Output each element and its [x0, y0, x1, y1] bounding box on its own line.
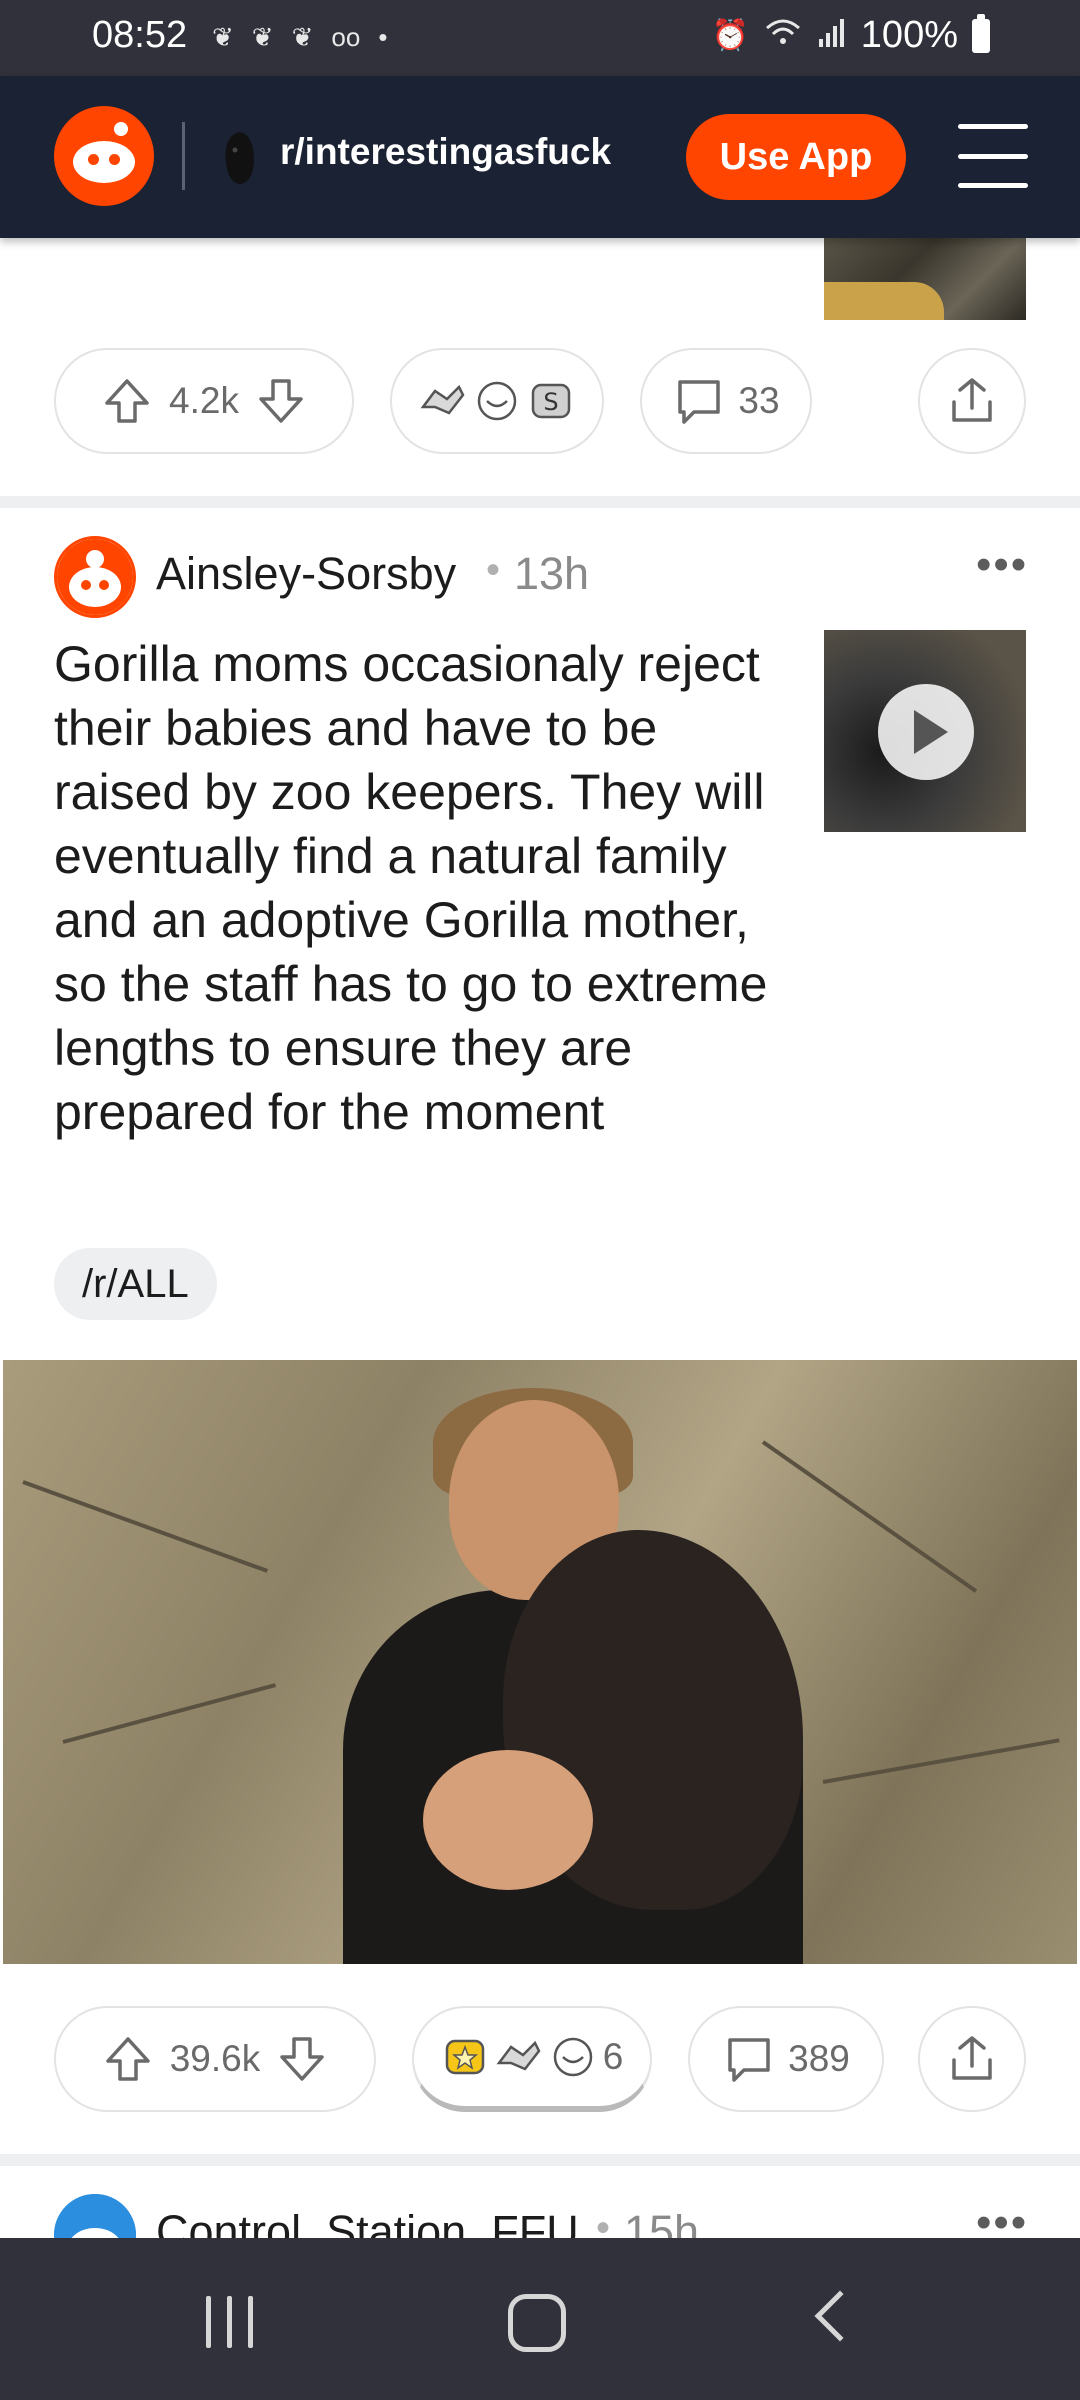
battery-percent: 100%	[860, 14, 958, 56]
post-separator	[0, 496, 1080, 508]
system-navigation-bar	[0, 2238, 1080, 2400]
vote-bar: 39.6k	[54, 2006, 376, 2112]
status-bar: 08:52 ❦ ❦ ❦ oo • ⏰ 100%	[0, 0, 1080, 76]
downvote-icon[interactable]	[276, 2033, 328, 2085]
handshake-award-icon	[496, 2040, 541, 2071]
notification-icons: ❦ ❦ ❦ oo •	[212, 22, 387, 53]
share-icon	[952, 2036, 992, 2080]
video-thumbnail[interactable]	[824, 630, 1026, 832]
previous-post-thumbnail[interactable]	[824, 238, 1026, 320]
silver-award-icon: S	[531, 383, 571, 419]
comments-button[interactable]: 33	[640, 348, 812, 454]
more-options-icon[interactable]: •••	[976, 540, 1028, 590]
hamburger-menu-icon[interactable]	[958, 124, 1028, 188]
use-app-button[interactable]: Use App	[686, 114, 906, 200]
back-icon[interactable]	[814, 2290, 866, 2342]
reddit-logo-icon[interactable]	[54, 106, 154, 206]
play-icon[interactable]	[878, 684, 974, 780]
evernote-icon: ❦	[212, 22, 234, 52]
vote-bar: 4.2k	[54, 348, 354, 454]
wholesome-award-icon	[553, 2037, 592, 2077]
home-icon[interactable]	[508, 2294, 566, 2352]
subreddit-name[interactable]: r/interestingasfuck	[280, 131, 611, 173]
post-video[interactable]	[3, 1360, 1077, 1964]
wholesome-award-icon	[477, 381, 517, 421]
app-header: r/interestingasfuck Use App	[0, 76, 1080, 238]
upvote-icon[interactable]	[102, 2033, 154, 2085]
signal-icon	[817, 17, 847, 55]
svg-text:S: S	[543, 388, 558, 416]
subreddit-avatar-icon[interactable]	[218, 128, 262, 186]
awards-button[interactable]: 6	[412, 2006, 652, 2112]
author-avatar[interactable]	[54, 536, 136, 618]
battery-icon	[972, 13, 990, 53]
share-button[interactable]	[918, 348, 1026, 454]
status-time: 08:52	[92, 14, 188, 56]
post-author[interactable]: Ainsley-Sorsby	[156, 548, 456, 600]
alarm-icon: ⏰	[711, 19, 749, 52]
recents-icon[interactable]	[206, 2296, 253, 2348]
awards-button[interactable]: S	[390, 348, 604, 454]
comment-count: 389	[788, 2038, 850, 2079]
comment-icon	[678, 380, 721, 424]
evernote-icon: ❦	[291, 22, 314, 52]
header-divider	[182, 122, 185, 190]
share-icon	[952, 378, 992, 422]
evernote-icon: ❦	[251, 22, 274, 52]
post-time: 13h	[514, 548, 590, 599]
handshake-award-icon	[420, 384, 465, 415]
comment-icon	[728, 2038, 770, 2082]
post-separator	[0, 2154, 1080, 2166]
vote-count: 39.6k	[169, 2038, 261, 2079]
system-indicators: ⏰ 100%	[711, 13, 990, 57]
downvote-icon[interactable]	[255, 375, 307, 427]
wifi-icon	[763, 16, 803, 56]
upvote-icon[interactable]	[101, 375, 153, 427]
vote-count: 4.2k	[169, 380, 239, 421]
voicemail-icon: oo	[331, 22, 361, 52]
comment-count: 33	[738, 380, 780, 421]
meta-separator: •	[486, 548, 501, 592]
award-count: 6	[602, 2036, 624, 2077]
share-button[interactable]	[918, 2006, 1026, 2112]
gold-award-icon	[445, 2039, 484, 2075]
comments-button[interactable]: 389	[688, 2006, 884, 2112]
post-title[interactable]: Gorilla moms occasionaly reject their ba…	[54, 632, 794, 1144]
dot-icon: •	[378, 22, 388, 52]
post-flair[interactable]: /r/ALL	[54, 1248, 217, 1320]
